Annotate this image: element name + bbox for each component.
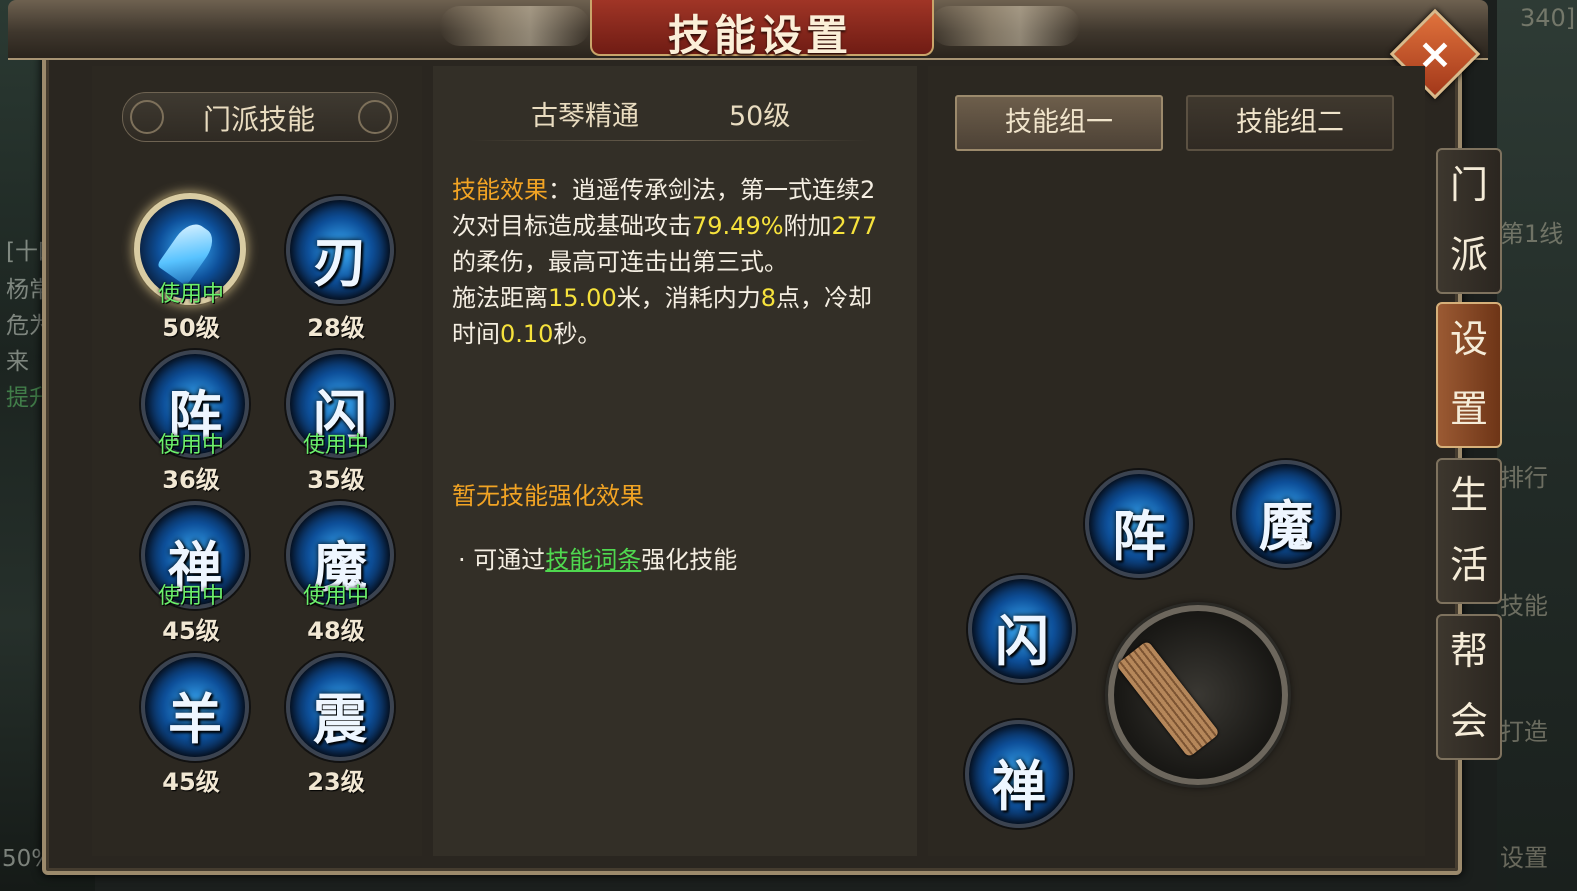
dragon-ornament-right <box>930 6 1080 46</box>
zhen-glyph-icon: 阵 <box>1112 504 1166 568</box>
skill-level: 45级 <box>162 617 220 645</box>
in-use-label: 使用中 <box>157 584 224 609</box>
skill-description: 技能效果：逍遥传承剑法，第一式连续2次对目标造成基础攻击79.49%附加277的… <box>452 172 894 352</box>
soft-damage-value: 277 <box>831 212 878 240</box>
cooldown-value: 0.10 <box>500 320 554 348</box>
skill-icon-zhen2[interactable]: 震 <box>286 653 394 761</box>
no-enhancement-text: 暂无技能强化效果 <box>452 482 644 510</box>
shan-glyph-icon: 闪 <box>995 609 1049 673</box>
page-title: 技能设置 <box>667 11 852 60</box>
bg-text: 来 <box>6 349 29 375</box>
effect-label: 技能效果 <box>452 176 548 204</box>
slot-skill-shan[interactable]: 闪 <box>968 575 1076 683</box>
dragon-ornament-left <box>440 6 590 46</box>
in-use-label: 使用中 <box>157 433 224 458</box>
skill-level: 28级 <box>307 314 365 342</box>
skill-detail-level: 50级 <box>729 101 791 132</box>
chan-glyph-icon: 禅 <box>992 754 1046 818</box>
yang-glyph-icon: 羊 <box>168 687 222 751</box>
attack-percent: 79.49% <box>692 212 784 240</box>
cast-text: 米，消耗内力 <box>616 284 761 312</box>
school-skills-title: 门派技能 <box>202 103 315 136</box>
skill-icon-ren[interactable]: 刃 <box>286 196 394 304</box>
tab-skill-group-1[interactable]: 技能组一 <box>955 95 1163 151</box>
side-tab-settings[interactable]: 设置 <box>1436 302 1502 448</box>
bg-text: 第1线 <box>1500 220 1564 248</box>
mo-glyph-icon: 魔 <box>1259 494 1313 558</box>
in-use-label: 使用中 <box>302 433 369 458</box>
effect-text: 的柔伤，最高可连击出第三式。 <box>452 248 788 276</box>
divider <box>470 140 870 141</box>
background-scene-right <box>1497 0 1577 891</box>
enhance-tip: · 可通过技能词条强化技能 <box>458 540 737 575</box>
mp-cost: 8 <box>760 284 776 312</box>
zhen2-glyph-icon: 震 <box>313 687 367 751</box>
cast-text: 秒。 <box>553 320 602 348</box>
cast-distance: 15.00 <box>548 284 617 312</box>
tab-skill-group-2[interactable]: 技能组二 <box>1186 95 1394 151</box>
side-tab-guild[interactable]: 帮会 <box>1436 614 1502 760</box>
bg-text: 排行 <box>1500 464 1548 492</box>
ren-glyph-icon: 刃 <box>313 230 367 294</box>
skill-level: 35级 <box>307 466 365 494</box>
colon: ： <box>548 176 572 204</box>
bg-text: 技能 <box>1500 592 1548 620</box>
skill-icon-yang[interactable]: 羊 <box>141 653 249 761</box>
skill-name: 古琴精通 <box>531 101 639 132</box>
tip-text: · 可通过 <box>458 546 546 574</box>
tip-text: 强化技能 <box>641 546 738 574</box>
bg-text: 打造 <box>1500 718 1548 746</box>
slot-skill-chan[interactable]: 禅 <box>965 720 1073 828</box>
skill-level: 45级 <box>162 768 220 796</box>
in-use-label: 使用中 <box>302 584 369 609</box>
bg-text: 340] <box>1520 4 1576 32</box>
effect-text: 附加 <box>783 212 832 240</box>
slot-skill-zhen[interactable]: 阵 <box>1085 470 1193 578</box>
main-attack-slot[interactable] <box>1108 605 1288 785</box>
skill-level: 23级 <box>307 768 365 796</box>
cast-text: 施法距离 <box>452 284 548 312</box>
skill-level: 50级 <box>162 314 220 342</box>
skill-level: 36级 <box>162 466 220 494</box>
side-tab-school[interactable]: 门派 <box>1436 148 1502 294</box>
side-tab-life[interactable]: 生活 <box>1436 458 1502 604</box>
skill-level: 48级 <box>307 617 365 645</box>
slot-skill-mo[interactable]: 魔 <box>1232 460 1340 568</box>
bg-text: 设置 <box>1500 844 1548 872</box>
in-use-label: 使用中 <box>157 282 224 307</box>
skill-entry-link[interactable]: 技能词条 <box>545 546 641 574</box>
